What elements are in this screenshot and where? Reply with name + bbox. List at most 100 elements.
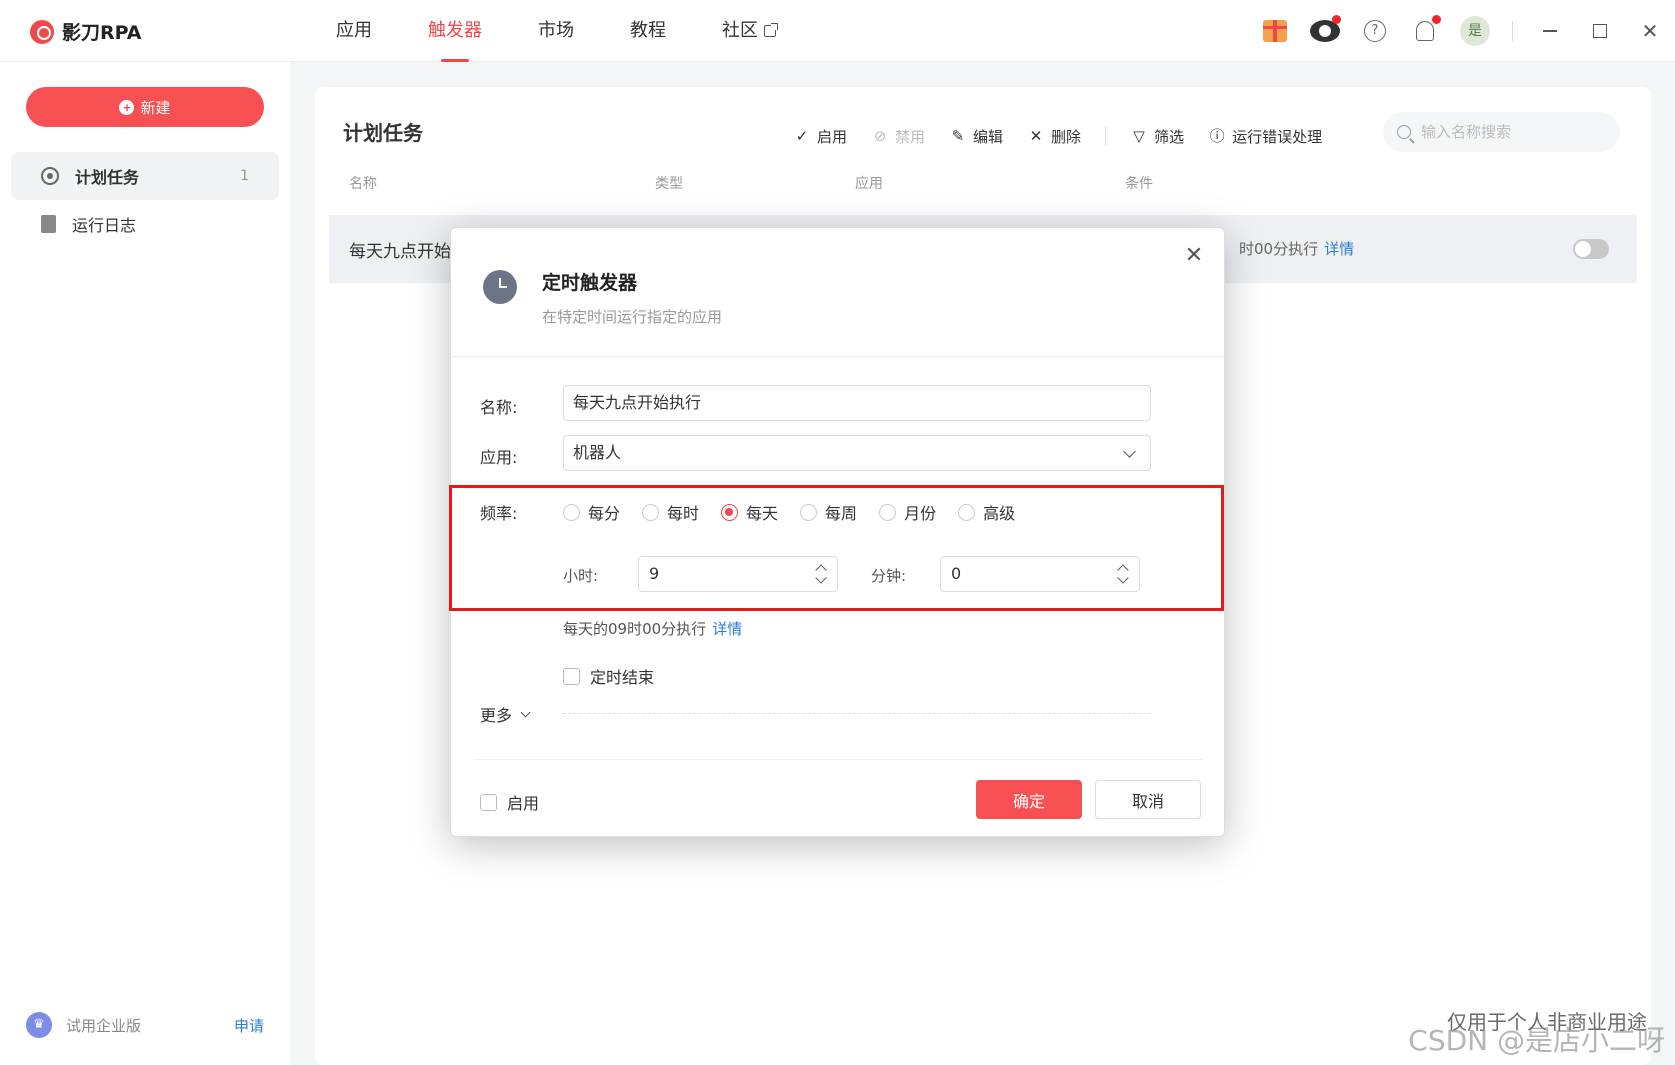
name-field[interactable]: 每天九点开始执行 <box>563 385 1151 421</box>
radio-monthly[interactable]: 月份 <box>879 500 936 524</box>
radio-every-minute[interactable]: 每分 <box>563 500 620 524</box>
column-header-condition: 条件 <box>1125 176 1153 192</box>
alarm-clock-icon <box>483 270 517 304</box>
error-handling-button[interactable]: ⓘ 运行错误处理 <box>1208 126 1323 147</box>
edit-button[interactable]: ✎ 编辑 <box>949 126 1003 147</box>
row-condition: 时00分执行 详情 <box>1239 238 1354 259</box>
bell-button[interactable] <box>1407 13 1443 49</box>
nav-tutorial[interactable]: 教程 <box>602 0 694 62</box>
maximize-icon <box>1593 24 1607 38</box>
app-logo[interactable]: 影刀RPA <box>30 18 142 45</box>
more-toggle[interactable]: 更多 <box>480 702 531 726</box>
watermark-line-2: CSDN @是店小二呀 <box>1408 1024 1665 1058</box>
new-button[interactable]: + 新建 <box>26 87 264 127</box>
radio-every-hour[interactable]: 每时 <box>642 500 699 524</box>
nav-label: 应用 <box>336 20 372 41</box>
cancel-button[interactable]: 取消 <box>1095 780 1201 819</box>
row-enable-toggle[interactable] <box>1573 239 1609 259</box>
enable-checkbox[interactable]: 启用 <box>480 790 539 814</box>
crown-icon: ♛ <box>26 1012 52 1038</box>
help-button[interactable]: ? <box>1357 13 1393 49</box>
dialog-subtitle: 在特定时间运行指定的应用 <box>542 308 723 326</box>
nav-community[interactable]: 社区 <box>694 0 804 62</box>
column-header-app: 应用 <box>855 176 883 192</box>
column-header-type: 类型 <box>655 176 683 192</box>
radio-circle <box>642 503 660 521</box>
document-icon <box>41 215 56 233</box>
trial-apply-link[interactable]: 申请 <box>234 1015 264 1036</box>
nav-label: 市场 <box>538 20 574 41</box>
divider <box>475 759 1202 760</box>
gift-button[interactable] <box>1257 13 1293 49</box>
column-header-name: 名称 <box>349 176 377 192</box>
help-icon: ? <box>1364 20 1386 42</box>
disable-label: 禁用 <box>895 127 926 146</box>
external-link-icon <box>764 23 778 37</box>
minute-value: 0 <box>951 564 962 583</box>
radio-label: 每天 <box>746 504 779 523</box>
minute-stepper[interactable]: 0 <box>940 556 1140 592</box>
filter-label: 筛选 <box>1154 127 1185 146</box>
row-detail-link[interactable]: 详情 <box>1324 240 1354 258</box>
radar-icon <box>41 167 59 185</box>
main-nav: 应用 触发器 市场 教程 社区 <box>308 0 804 62</box>
ban-icon: ⊘ <box>873 127 887 145</box>
dialog-close-button[interactable]: ✕ <box>1182 244 1206 268</box>
nav-apps[interactable]: 应用 <box>308 0 400 62</box>
filter-icon: ▽ <box>1133 127 1145 145</box>
maximize-button[interactable] <box>1575 0 1625 62</box>
chevron-down-icon <box>520 707 531 717</box>
avatar-button[interactable]: 是 <box>1457 13 1493 49</box>
pencil-icon: ✎ <box>951 127 965 145</box>
sidebar-item-label: 计划任务 <box>75 168 140 187</box>
eye-button[interactable] <box>1307 13 1343 49</box>
close-window-button[interactable]: ✕ <box>1625 0 1675 62</box>
avatar: 是 <box>1460 16 1490 46</box>
sidebar-item-run-log[interactable]: 运行日志 <box>11 200 279 248</box>
sidebar: + 新建 计划任务 1 运行日志 ♛ 试用企业版 申请 <box>0 62 290 1065</box>
radio-advanced[interactable]: 高级 <box>958 500 1015 524</box>
nav-market[interactable]: 市场 <box>510 0 602 62</box>
nav-label: 教程 <box>630 20 666 41</box>
logo-icon <box>30 19 54 44</box>
radio-label: 每时 <box>667 504 700 523</box>
delete-label: 删除 <box>1051 127 1082 146</box>
notification-dot <box>1432 15 1441 24</box>
stepper-arrows[interactable] <box>1117 562 1129 586</box>
stepper-arrows[interactable] <box>815 562 827 586</box>
disable-button[interactable]: ⊘ 禁用 <box>871 126 925 147</box>
search-box[interactable] <box>1383 112 1620 152</box>
app-select[interactable]: 机器人 <box>563 435 1151 471</box>
summary-detail-link[interactable]: 详情 <box>712 620 742 638</box>
enable-label: 启用 <box>507 794 540 813</box>
search-input[interactable] <box>1421 123 1601 141</box>
divider <box>1105 127 1107 145</box>
close-icon: ✕ <box>1641 19 1659 43</box>
frequency-label: 频率: <box>480 504 518 523</box>
divider <box>451 356 1224 357</box>
timed-end-checkbox[interactable]: 定时结束 <box>563 664 654 688</box>
notification-dot <box>1332 15 1341 24</box>
confirm-button[interactable]: 确定 <box>976 780 1082 819</box>
sidebar-item-scheduled-tasks[interactable]: 计划任务 1 <box>11 152 279 200</box>
radio-every-week[interactable]: 每周 <box>800 500 857 524</box>
radio-label: 月份 <box>904 504 937 523</box>
sidebar-item-count: 1 <box>240 168 249 184</box>
enable-label: 启用 <box>817 127 848 146</box>
schedule-summary: 每天的09时00分执行 详情 <box>563 618 742 639</box>
timer-trigger-dialog: ✕ 定时触发器 在特定时间运行指定的应用 名称: 每天九点开始执行 应用: 机器… <box>449 227 1225 837</box>
radio-every-day[interactable]: 每天 <box>721 500 778 524</box>
minimize-button[interactable] <box>1525 0 1575 62</box>
delete-button[interactable]: ✕ 删除 <box>1027 126 1081 147</box>
checkbox-box <box>563 667 580 685</box>
nav-triggers[interactable]: 触发器 <box>400 0 510 62</box>
gift-icon <box>1263 20 1287 42</box>
hour-label: 小时: <box>563 567 599 585</box>
app-name: 影刀RPA <box>62 22 142 44</box>
enable-button[interactable]: ✓ 启用 <box>793 126 847 147</box>
minute-label: 分钟: <box>871 567 907 585</box>
new-button-label: 新建 <box>140 99 171 117</box>
row-name: 每天九点开始 <box>349 242 451 262</box>
filter-button[interactable]: ▽ 筛选 <box>1130 126 1184 147</box>
hour-stepper[interactable]: 9 <box>638 556 838 592</box>
